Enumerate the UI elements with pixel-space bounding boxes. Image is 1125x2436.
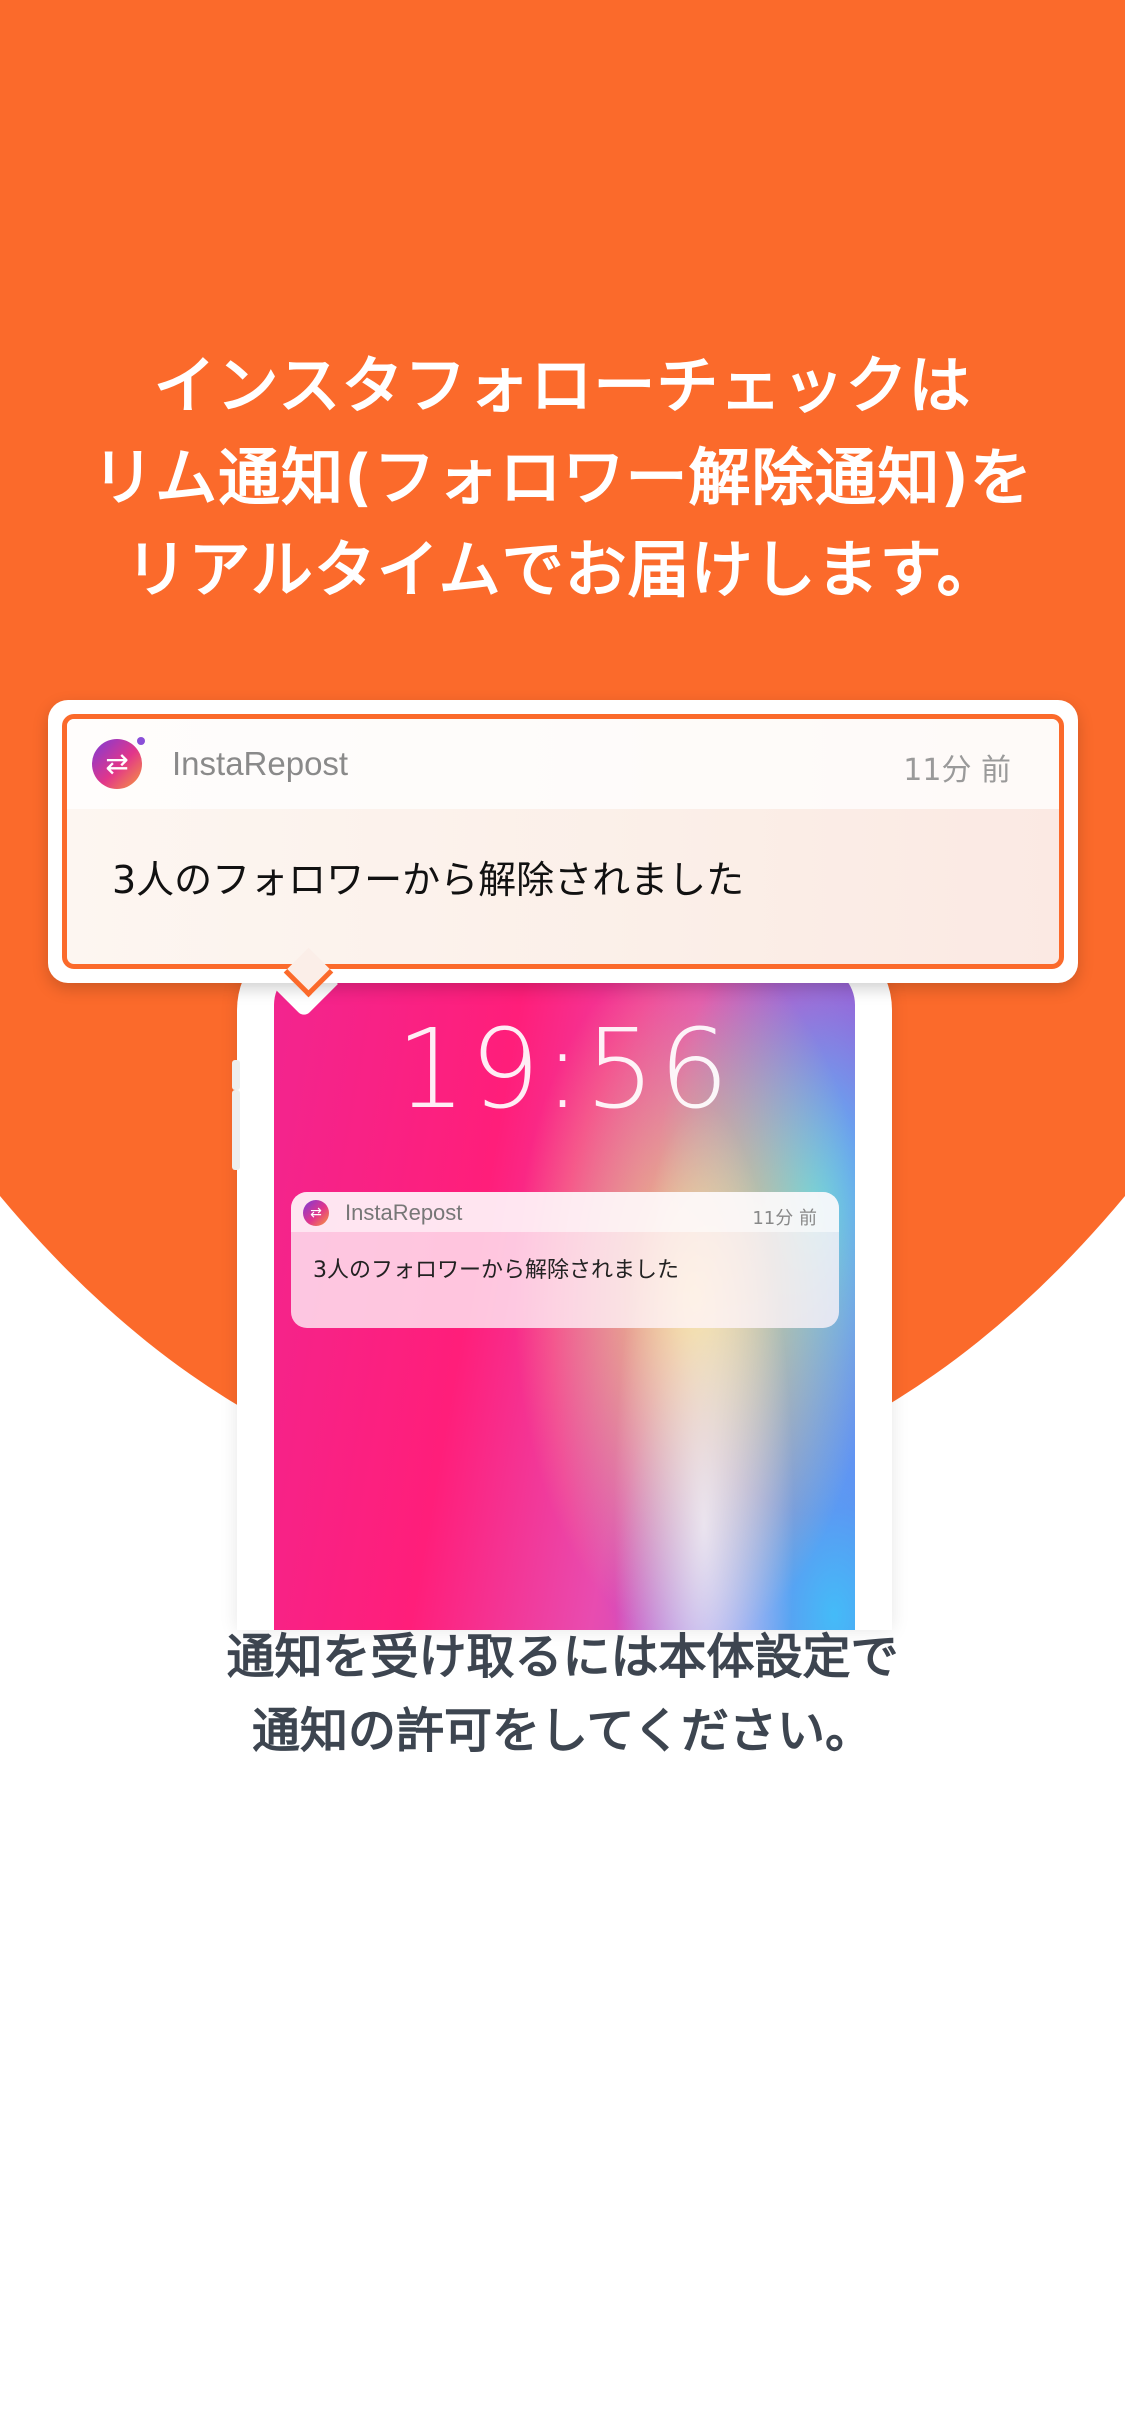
repost-arrows-icon: ⇄ (303, 1200, 329, 1226)
notification-message: 3人のフォロワーから解除されました (112, 858, 745, 902)
permission-instructions: 通知を受け取るには本体設定で 通知の許可をしてください。 (0, 1620, 1125, 1768)
phone-side-button-top (232, 1060, 240, 1090)
lock-screen-notification-message: 3人のフォロワーから解除されました (313, 1258, 679, 1283)
headline: インスタフォローチェックは リム通知(フォロワー解除通知)を リアルタイムでお届… (0, 340, 1125, 616)
lock-screen-notification-header: ⇄ InstaRepost 11分 前 (291, 1192, 839, 1232)
permission-instructions-line-1: 通知を受け取るには本体設定で (226, 1629, 899, 1685)
lock-screen-notification-time: 11分 前 (752, 1208, 817, 1229)
notification-app-name: InstaRepost (172, 745, 349, 782)
notification-callout-header: ⇄ InstaRepost 11分 前 (67, 719, 1059, 809)
phone-side-button-volume (232, 1090, 240, 1170)
notification-callout-frame[interactable]: ⇄ InstaRepost 11分 前 3人のフォロワーから解除されました (62, 714, 1064, 969)
phone-screen: 19:56 ⇄ InstaRepost 11分 前 3人のフォロワーから解除され… (274, 965, 855, 1630)
lock-screen-clock: 19:56 (395, 1005, 733, 1133)
lock-screen-notification[interactable]: ⇄ InstaRepost 11分 前 3人のフォロワーから解除されました (291, 1192, 839, 1328)
permission-instructions-line-2: 通知の許可をしてください。 (251, 1703, 874, 1759)
app-icon-badge-dot (137, 737, 145, 745)
headline-line-3: リアルタイムでお届けします。 (125, 533, 1000, 606)
lock-screen-notification-app-name: InstaRepost (345, 1200, 463, 1225)
repost-arrows-icon: ⇄ (92, 739, 142, 789)
headline-line-2: リム通知(フォロワー解除通知)を (92, 441, 1033, 514)
phone-mockup: 19:56 ⇄ InstaRepost 11分 前 3人のフォロワーから解除され… (237, 930, 892, 1630)
headline-line-1: インスタフォローチェックは (153, 349, 972, 422)
notification-time: 11分 前 (903, 753, 1011, 788)
notification-callout: ⇄ InstaRepost 11分 前 3人のフォロワーから解除されました (48, 700, 1078, 983)
